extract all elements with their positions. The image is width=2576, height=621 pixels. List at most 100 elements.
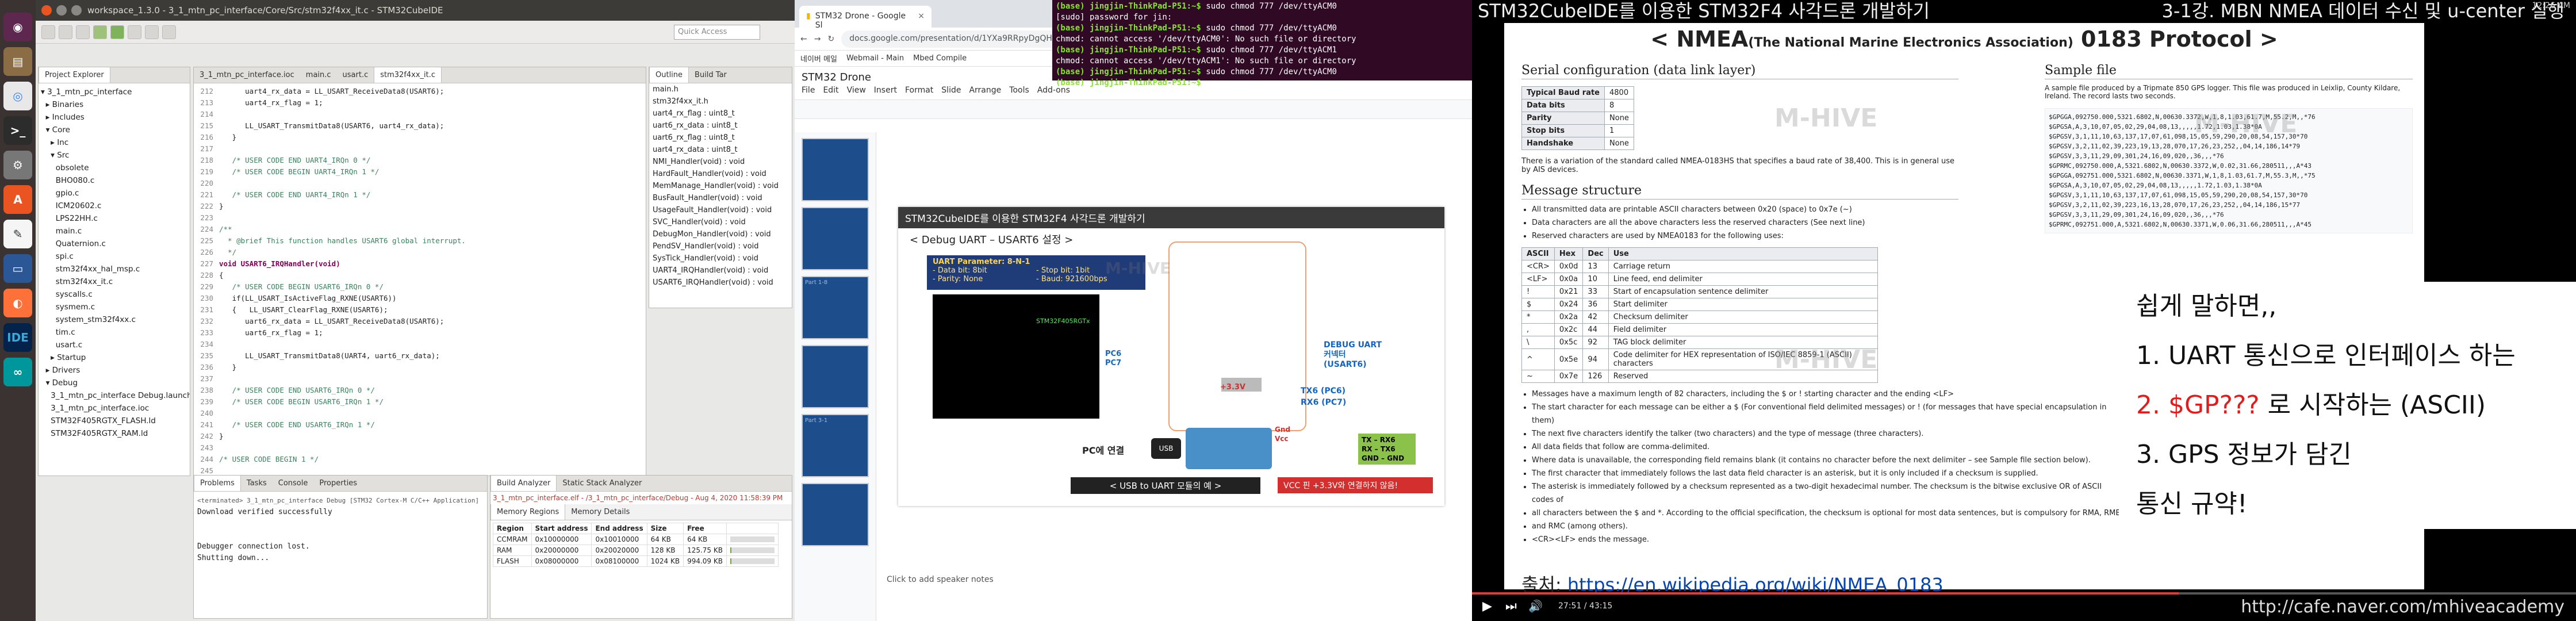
store-icon[interactable]: A bbox=[3, 185, 32, 214]
outline-item[interactable]: UART4_IRQHandler(void) : void bbox=[649, 264, 792, 277]
ide-icon[interactable]: IDE bbox=[3, 323, 32, 352]
build-icon[interactable] bbox=[76, 25, 90, 39]
console-tab[interactable]: Properties bbox=[313, 476, 363, 491]
code-area[interactable]: 212 uart4_rx_data = LL_USART_ReceiveData… bbox=[194, 83, 646, 476]
slide-canvas[interactable]: STM32CubeIDE를 이용한 STM32F4 사각드론 개발하기 < De… bbox=[898, 207, 1444, 506]
speaker-notes[interactable]: Click to add speaker notes bbox=[887, 575, 994, 584]
play-icon[interactable]: ▶ bbox=[1482, 599, 1492, 614]
build-tab[interactable]: Build Analyzer bbox=[490, 476, 557, 491]
bookmark-item[interactable]: Mbed Compile bbox=[913, 54, 967, 63]
forward-icon[interactable]: → bbox=[814, 34, 821, 44]
editor-tab[interactable]: main.c bbox=[300, 67, 337, 83]
bookmark-item[interactable]: Webmail - Main bbox=[846, 54, 904, 63]
volume-icon[interactable]: 🔊 bbox=[1528, 599, 1543, 613]
search-icon[interactable] bbox=[128, 25, 141, 39]
outline-item[interactable]: NMI_Handler(void) : void bbox=[649, 156, 792, 168]
slide-thumbnail[interactable] bbox=[802, 483, 869, 546]
memory-tab[interactable]: Memory Regions bbox=[490, 504, 566, 520]
terminal-window[interactable]: (base) jingjin-ThinkPad-P51:~$ sudo chmo… bbox=[1052, 0, 1472, 87]
slide-thumbnail[interactable] bbox=[802, 207, 869, 270]
tree-item[interactable]: ICM20602.c bbox=[41, 200, 187, 212]
quick-access-input[interactable]: Quick Access bbox=[674, 24, 760, 40]
console-tab[interactable]: Console bbox=[273, 476, 314, 491]
tree-item[interactable]: STM32F405RGTX_RAM.ld bbox=[41, 427, 187, 440]
editor-tab[interactable]: 3_1_mtn_pc_interface.ioc bbox=[194, 67, 300, 83]
back-icon[interactable]: ← bbox=[800, 34, 807, 44]
slide-thumbnail[interactable]: Part 3-1 bbox=[802, 414, 869, 477]
console-tab[interactable]: Tasks bbox=[241, 476, 273, 491]
tree-item[interactable]: ▾ 3_1_mtn_pc_interface bbox=[41, 86, 187, 98]
slide-thumbnail[interactable] bbox=[802, 345, 869, 408]
menu-item[interactable]: Tools bbox=[1009, 86, 1029, 95]
build-tab[interactable]: Static Stack Analyzer bbox=[557, 476, 647, 491]
tab-google-slides[interactable]: ▮ STM32 Drone - Google Sl × bbox=[799, 6, 931, 30]
console-tab[interactable]: Problems bbox=[194, 476, 241, 491]
close-tab-icon[interactable]: × bbox=[918, 12, 925, 22]
outline-item[interactable]: SVC_Handler(void) : void bbox=[649, 216, 792, 228]
tree-item[interactable]: ▾ Core bbox=[41, 124, 187, 136]
tree-item[interactable]: ▸ Inc bbox=[41, 136, 187, 149]
video-progress[interactable] bbox=[1472, 592, 2576, 595]
new-icon[interactable] bbox=[41, 25, 55, 39]
tree-item[interactable]: LPS22HH.c bbox=[41, 212, 187, 225]
save-icon[interactable] bbox=[59, 25, 72, 39]
chrome-icon[interactable]: ◎ bbox=[3, 82, 32, 110]
outline-item[interactable]: uart4_rx_data : uint8_t bbox=[649, 144, 792, 156]
outline-item[interactable]: PendSV_Handler(void) : void bbox=[649, 240, 792, 252]
tree-item[interactable]: 3_1_mtn_pc_interface.ioc bbox=[41, 402, 187, 415]
tree-item[interactable]: spi.c bbox=[41, 250, 187, 263]
tab-project-explorer[interactable]: Project Explorer bbox=[39, 67, 110, 83]
close-icon[interactable] bbox=[41, 5, 52, 16]
outline-item[interactable]: UsageFault_Handler(void) : void bbox=[649, 204, 792, 216]
arduino-icon[interactable]: ∞ bbox=[3, 358, 32, 386]
back-icon[interactable] bbox=[145, 25, 159, 39]
menu-item[interactable]: Arrange bbox=[969, 86, 1001, 95]
outline-item[interactable]: SysTick_Handler(void) : void bbox=[649, 252, 792, 264]
tree-item[interactable]: ▸ Startup bbox=[41, 351, 187, 364]
slide-thumbnail[interactable] bbox=[802, 138, 869, 201]
text-editor-icon[interactable]: ✎ bbox=[3, 220, 32, 248]
outline-item[interactable]: BusFault_Handler(void) : void bbox=[649, 192, 792, 204]
menu-item[interactable]: Slide bbox=[941, 86, 961, 95]
reload-icon[interactable]: ↻ bbox=[827, 34, 834, 44]
tree-item[interactable]: obsolete bbox=[41, 162, 187, 174]
tree-item[interactable]: syscalls.c bbox=[41, 288, 187, 301]
next-icon[interactable]: ⏭ bbox=[1505, 599, 1517, 614]
menu-item[interactable]: File bbox=[802, 86, 815, 95]
outline-tab[interactable]: Build Tar bbox=[689, 67, 733, 83]
memory-tab[interactable]: Memory Details bbox=[565, 504, 635, 520]
menu-item[interactable]: Edit bbox=[823, 86, 838, 95]
slide-thumbnail[interactable]: Part 1-8 bbox=[802, 276, 869, 339]
tree-item[interactable]: BHO080.c bbox=[41, 174, 187, 187]
tree-item[interactable]: sysmem.c bbox=[41, 301, 187, 313]
outline-item[interactable]: MemManage_Handler(void) : void bbox=[649, 180, 792, 192]
menu-item[interactable]: Insert bbox=[874, 86, 897, 95]
tree-item[interactable]: ▾ Src bbox=[41, 149, 187, 162]
outline-item[interactable]: uart4_rx_flag : uint8_t bbox=[649, 108, 792, 120]
editor-tab[interactable]: usart.c bbox=[337, 67, 374, 83]
tree-item[interactable]: ▸ Binaries bbox=[41, 98, 187, 111]
run-icon[interactable] bbox=[110, 25, 124, 39]
tree-item[interactable]: ▸ Drivers bbox=[41, 364, 187, 377]
tree-item[interactable]: usart.c bbox=[41, 339, 187, 351]
tree-item[interactable]: ▸ Includes bbox=[41, 111, 187, 124]
outline-tab[interactable]: Outline bbox=[649, 67, 689, 83]
settings-icon[interactable]: ⚙ bbox=[3, 151, 32, 179]
firefox-icon[interactable]: ◐ bbox=[3, 289, 32, 317]
tree-item[interactable]: Quaternion.c bbox=[41, 237, 187, 250]
tree-item[interactable]: main.c bbox=[41, 225, 187, 237]
tree-item[interactable]: system_stm32f4xx.c bbox=[41, 313, 187, 326]
outline-item[interactable]: USART6_IRQHandler(void) : void bbox=[649, 277, 792, 289]
outline-item[interactable]: DebugMon_Handler(void) : void bbox=[649, 228, 792, 240]
dash-icon[interactable]: ◉ bbox=[3, 13, 32, 41]
files-icon[interactable]: ▤ bbox=[3, 47, 32, 76]
maximize-icon[interactable] bbox=[71, 5, 82, 16]
tree-item[interactable]: STM32F405RGTX_FLASH.ld bbox=[41, 415, 187, 427]
terminal-icon[interactable]: >_ bbox=[3, 116, 32, 145]
monitor-icon[interactable]: ▭ bbox=[3, 254, 32, 283]
tree-item[interactable]: ▾ Debug bbox=[41, 377, 187, 389]
tree-item[interactable]: stm32f4xx_it.c bbox=[41, 275, 187, 288]
tree-item[interactable]: stm32f4xx_hal_msp.c bbox=[41, 263, 187, 275]
editor-tab[interactable]: stm32f4xx_it.c bbox=[374, 67, 442, 83]
outline-item[interactable]: main.h bbox=[649, 83, 792, 95]
